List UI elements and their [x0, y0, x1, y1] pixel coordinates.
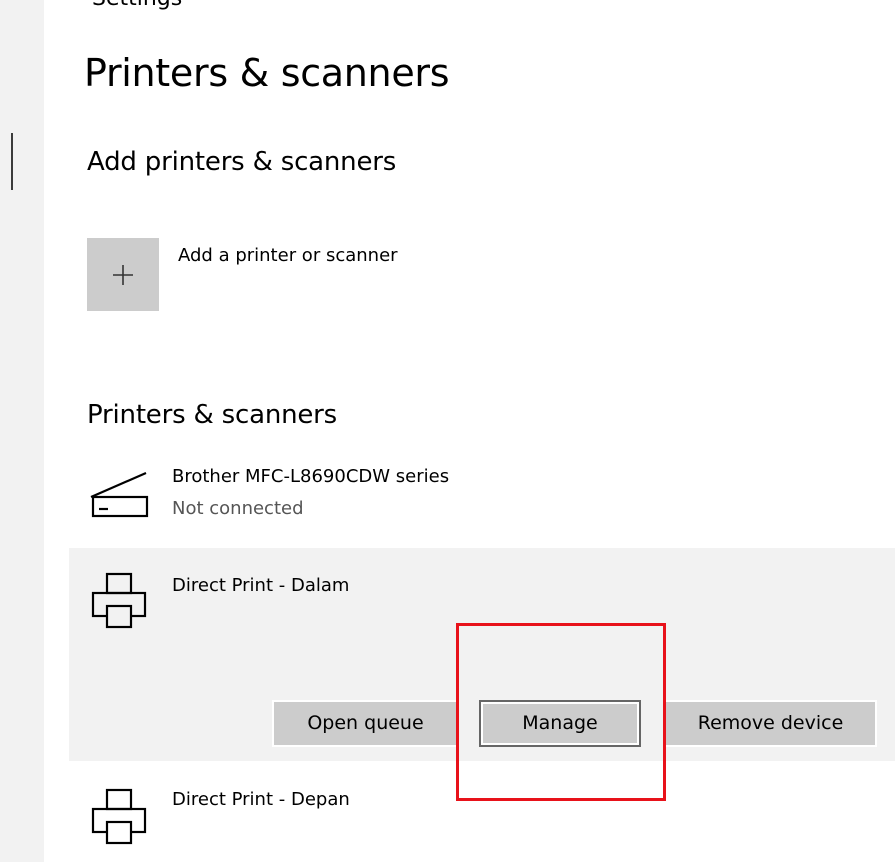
add-section-heading: Add printers & scanners: [87, 147, 397, 177]
printer-icon: [91, 572, 147, 629]
plus-icon: [113, 265, 133, 285]
printer-icon: [91, 788, 147, 845]
add-printer-label[interactable]: Add a printer or scanner: [178, 245, 398, 266]
remove-device-button[interactable]: Remove device: [664, 700, 877, 747]
window-title-fragment: Settings: [92, 0, 312, 16]
window-title-text: Settings: [92, 0, 182, 11]
devices-section-heading: Printers & scanners: [87, 400, 338, 430]
device-item-brother[interactable]: Brother MFC-L8690CDW series Not connecte…: [69, 458, 895, 536]
add-printer-button[interactable]: [87, 238, 159, 311]
device-item-direct-print-dalam[interactable]: Direct Print - Dalam Open queue Manage R…: [69, 548, 895, 761]
device-item-direct-print-depan[interactable]: Direct Print - Depan: [69, 770, 895, 862]
device-status: Not connected: [172, 498, 304, 519]
nav-selection-indicator: [11, 133, 13, 190]
scanner-icon: [90, 471, 149, 518]
device-name: Direct Print - Dalam: [172, 575, 350, 596]
device-name: Direct Print - Depan: [172, 789, 350, 810]
open-queue-button[interactable]: Open queue: [272, 700, 459, 747]
nav-pane-edge: [0, 0, 44, 862]
page-title: Printers & scanners: [84, 51, 450, 95]
manage-button[interactable]: Manage: [479, 700, 641, 747]
device-name: Brother MFC-L8690CDW series: [172, 466, 450, 487]
